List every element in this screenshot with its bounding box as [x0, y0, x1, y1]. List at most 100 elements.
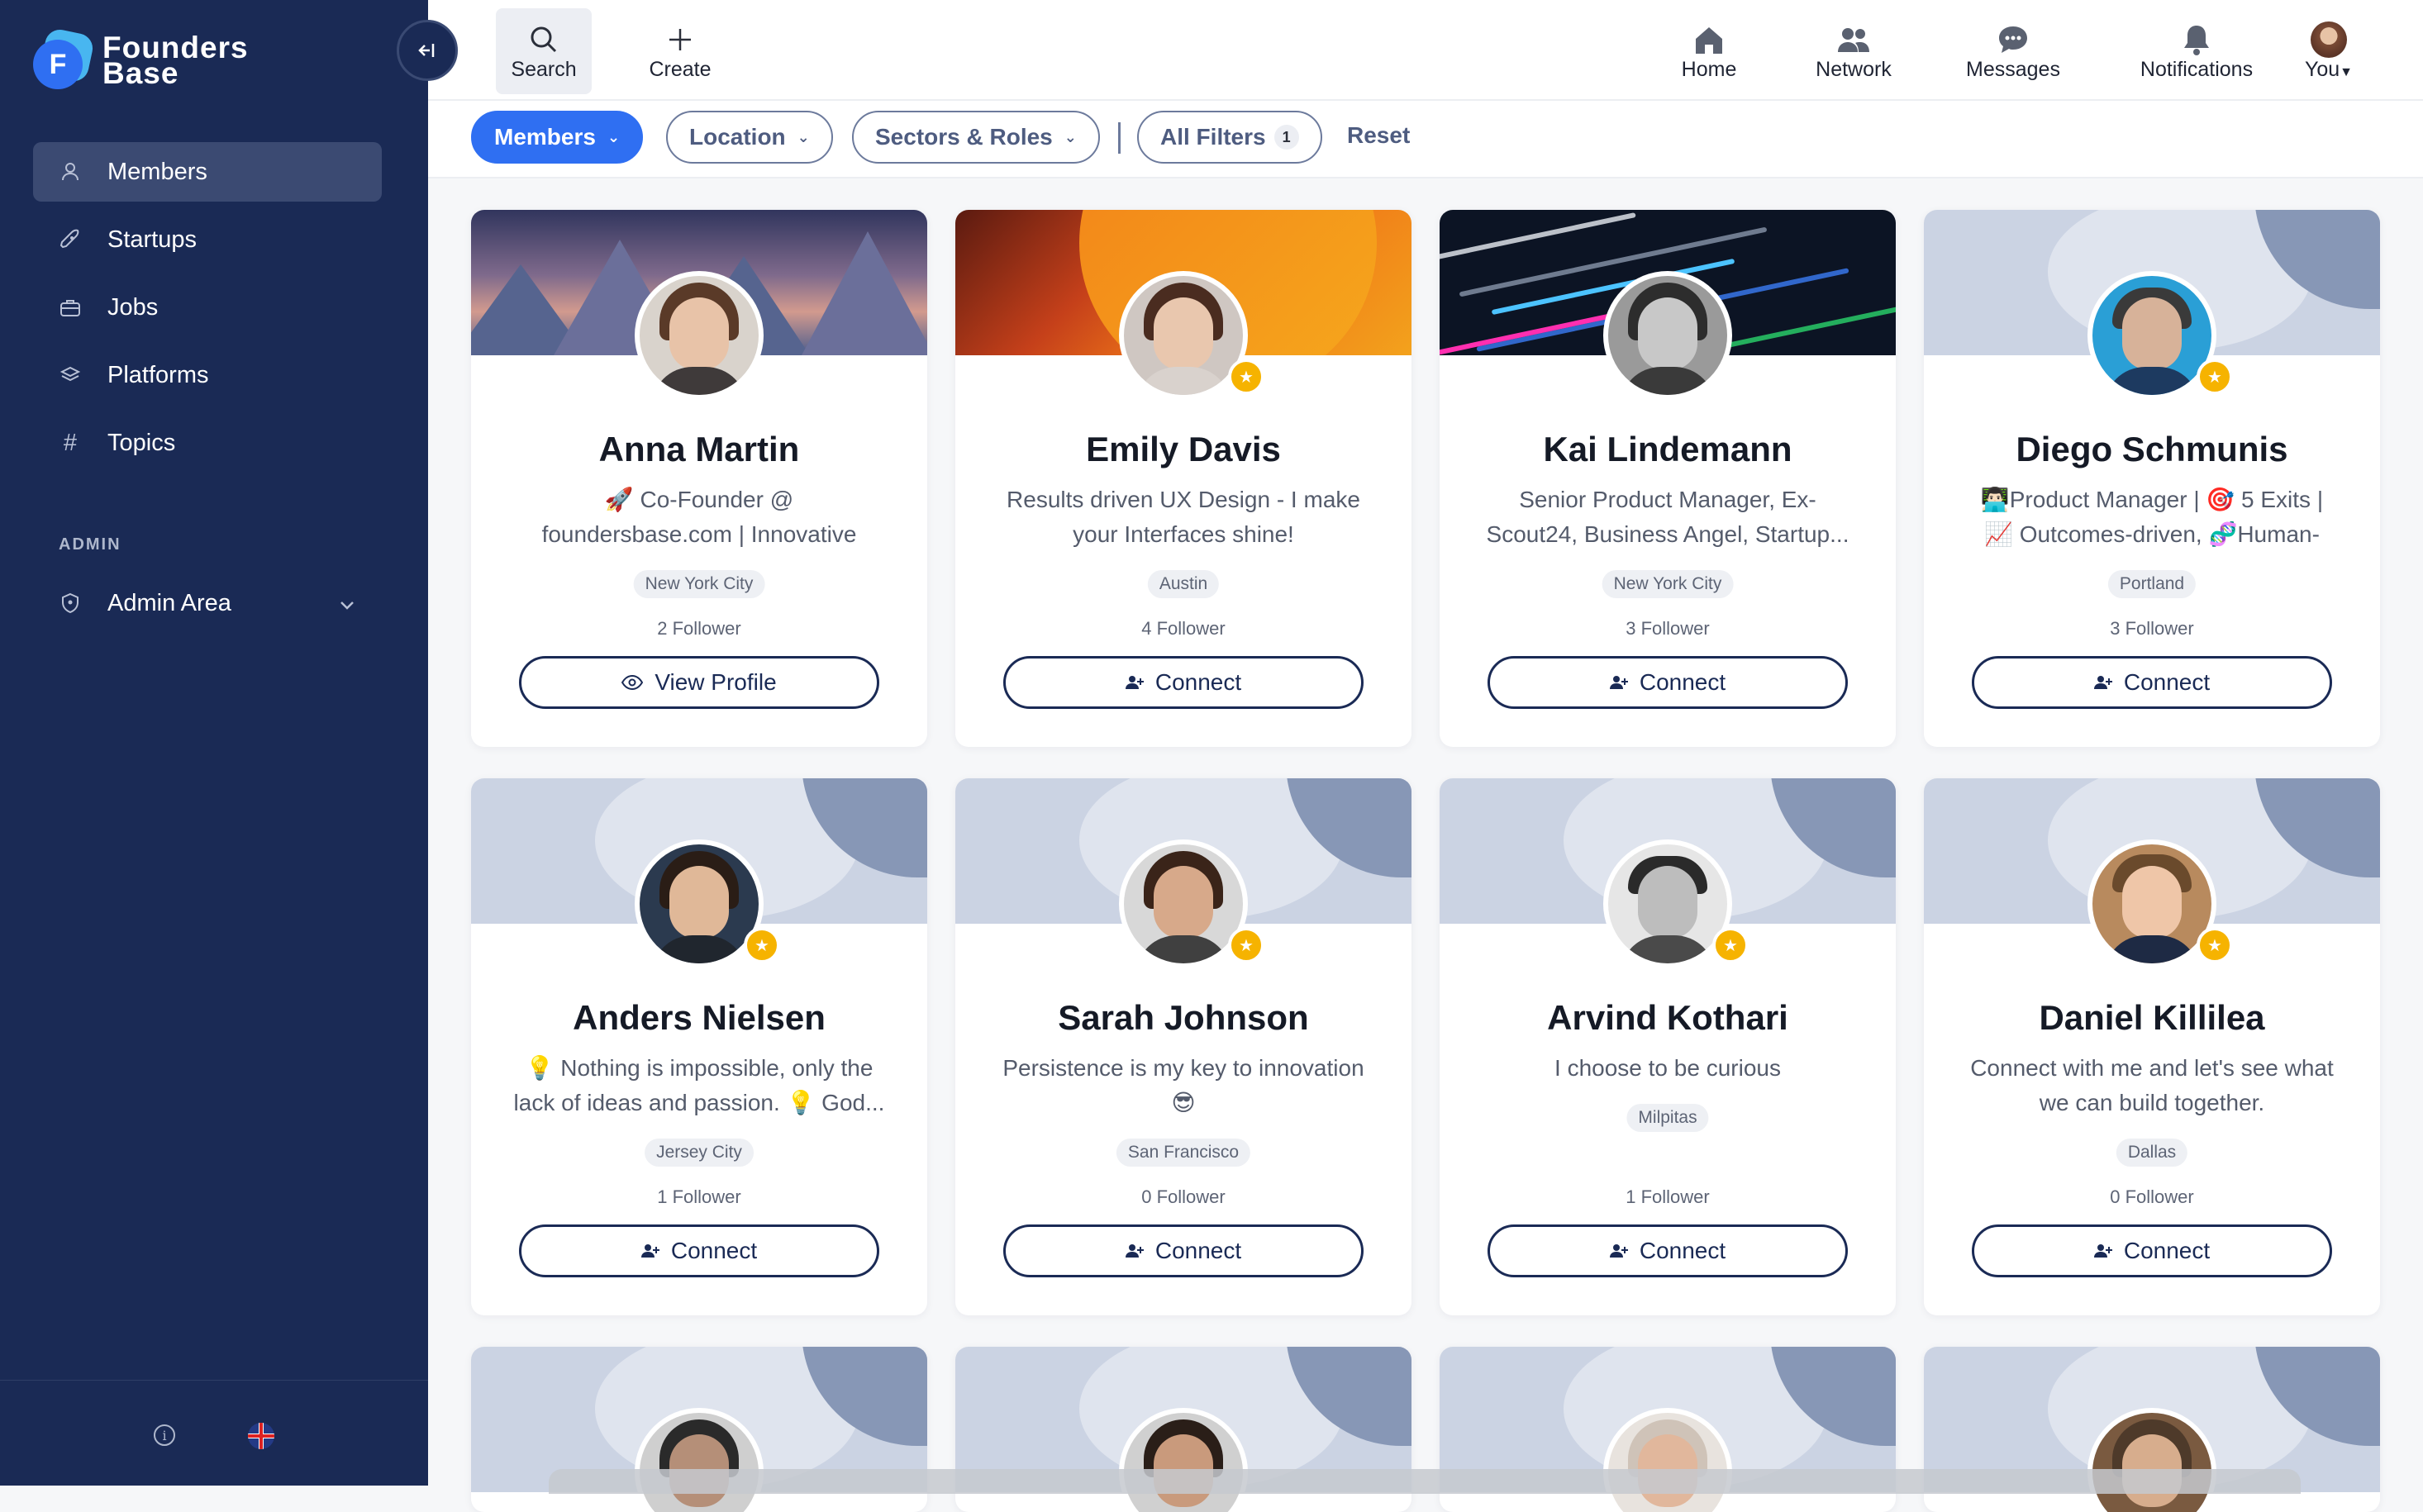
brand-logo[interactable]: F Founders Base — [33, 26, 249, 90]
network-label: Network — [1816, 57, 1892, 81]
member-card[interactable]: ★ Anders Nielsen 💡 Nothing is impossible… — [471, 778, 927, 1315]
star-badge-icon: ★ — [744, 927, 780, 963]
connect-button[interactable]: Connect — [1003, 656, 1364, 709]
avatar[interactable]: ★ — [1119, 271, 1264, 400]
avatar[interactable]: ★ — [1119, 839, 1264, 968]
shield-icon — [58, 592, 83, 614]
logo-mark: F — [33, 26, 96, 89]
member-card[interactable]: Kai Lindemann Senior Product Manager, Ex… — [1440, 210, 1896, 747]
sidebar-item-label: Startups — [107, 226, 197, 253]
member-tagline: Senior Product Manager, Ex-Scout24, Busi… — [1486, 487, 1849, 547]
sidebar-item-admin-area[interactable]: Admin Area — [33, 573, 382, 633]
notifications-label: Notifications — [2140, 57, 2254, 81]
connect-button[interactable]: Connect — [1972, 656, 2332, 709]
avatar[interactable]: ★ — [2087, 271, 2233, 400]
member-name[interactable]: Diego Schmunis — [1924, 430, 2380, 469]
reset-filters-button[interactable]: Reset — [1347, 122, 1410, 149]
add-user-icon — [2093, 1243, 2112, 1258]
follower-count: 0 Follower — [1141, 1186, 1226, 1207]
sidebar-item-label: Topics — [107, 429, 176, 456]
connect-button[interactable]: Connect — [1003, 1224, 1364, 1277]
follower-count: 4 Follower — [1141, 618, 1226, 639]
location-filter-dropdown[interactable]: Location ⌄ — [666, 111, 833, 164]
rocket-icon — [58, 229, 83, 250]
member-card[interactable]: ★ Sarah Johnson Persistence is my key to… — [955, 778, 1411, 1315]
account-menu-button[interactable]: You▼ — [2279, 8, 2378, 94]
messages-label: Messages — [1966, 57, 2060, 81]
member-card[interactable]: ★ Daniel Killilea Connect with me and le… — [1924, 778, 2380, 1315]
connect-button[interactable]: Connect — [1972, 1224, 2332, 1277]
notifications-button[interactable]: Notifications — [2102, 8, 2292, 94]
sectors-roles-filter-dropdown[interactable]: Sectors & Roles ⌄ — [852, 111, 1100, 164]
sidebar-item-label: Platforms — [107, 361, 209, 388]
member-name[interactable]: Kai Lindemann — [1440, 430, 1896, 469]
sidebar-item-label: Members — [107, 158, 207, 185]
add-user-icon — [640, 1243, 659, 1258]
member-card[interactable]: ★ Arvind Kothari I choose to be curious … — [1440, 778, 1896, 1315]
admin-section-label: ADMIN — [59, 535, 121, 554]
all-filters-button[interactable]: All Filters 1 — [1137, 111, 1322, 164]
caret-down-icon: ▼ — [2340, 64, 2354, 79]
network-button[interactable]: Network — [1783, 8, 1924, 94]
sidebar: F Founders Base Members Startups Jobs Pl… — [0, 0, 428, 1486]
member-card[interactable]: Anna Martin 🚀 Co-Founder @ foundersbase.… — [471, 210, 927, 747]
filter-divider — [1118, 122, 1121, 154]
bell-icon — [2182, 21, 2211, 58]
sidebar-item-topics[interactable]: # Topics — [33, 413, 382, 473]
network-icon — [1836, 21, 1871, 58]
create-button[interactable]: Create — [614, 8, 746, 94]
sidebar-item-label: Admin Area — [107, 589, 231, 616]
location-badge: New York City — [1602, 570, 1734, 598]
chevron-down-icon: ⌄ — [1064, 128, 1077, 145]
avatar[interactable] — [1603, 271, 1732, 400]
avatar[interactable] — [635, 271, 764, 400]
member-name[interactable]: Sarah Johnson — [955, 998, 1411, 1038]
search-button[interactable]: Search — [496, 8, 592, 94]
member-name[interactable]: Daniel Killilea — [1924, 998, 2380, 1038]
member-name[interactable]: Anders Nielsen — [471, 998, 927, 1038]
plus-icon — [666, 21, 694, 58]
member-tagline: I choose to be curious — [1554, 1055, 1781, 1081]
collapse-sidebar-button[interactable] — [397, 20, 458, 81]
location-badge: San Francisco — [1116, 1139, 1251, 1167]
sidebar-item-members[interactable]: Members — [33, 142, 382, 202]
messages-button[interactable]: Messages — [1930, 8, 2096, 94]
info-icon[interactable]: i — [154, 1424, 175, 1446]
member-name[interactable]: Emily Davis — [955, 430, 1411, 469]
members-filter-dropdown[interactable]: Members ⌄ — [471, 111, 644, 164]
member-card[interactable]: ★ Emily Davis Results driven UX Design -… — [955, 210, 1411, 747]
connect-button[interactable]: Connect — [1488, 656, 1848, 709]
search-label: Search — [511, 57, 577, 81]
location-badge: Dallas — [2116, 1139, 2188, 1167]
filter-bar: Members ⌄ Location ⌄ Sectors & Roles ⌄ All … — [428, 101, 2423, 178]
sidebar-item-jobs[interactable]: Jobs — [33, 278, 382, 337]
home-button[interactable]: Home — [1647, 8, 1771, 94]
brand-name: Founders Base — [102, 31, 249, 90]
connect-button[interactable]: Connect — [519, 1224, 879, 1277]
sidebar-item-platforms[interactable]: Platforms — [33, 345, 382, 405]
home-icon — [1692, 21, 1726, 58]
avatar[interactable]: ★ — [1603, 839, 1749, 968]
create-label: Create — [649, 57, 712, 81]
location-badge: Milpitas — [1626, 1104, 1709, 1132]
member-card[interactable]: ★ Diego Schmunis 👨🏻‍💻Product Manager | 🎯… — [1924, 210, 2380, 747]
hash-icon: # — [63, 429, 78, 456]
member-tagline: 💡 Nothing is impossible, only the lack o… — [513, 1055, 885, 1115]
star-badge-icon: ★ — [1228, 359, 1264, 395]
member-tagline: Persistence is my key to innovation 😎 — [1002, 1055, 1364, 1115]
avatar[interactable]: ★ — [635, 839, 780, 968]
avatar[interactable]: ★ — [2087, 839, 2233, 968]
language-flag-icon[interactable] — [248, 1423, 274, 1449]
layers-icon — [58, 365, 83, 385]
member-name[interactable]: Anna Martin — [471, 430, 927, 469]
search-icon — [527, 21, 560, 58]
view-profile-button[interactable]: View Profile — [519, 656, 879, 709]
member-name[interactable]: Arvind Kothari — [1440, 998, 1896, 1038]
add-user-icon — [1125, 675, 1144, 690]
connect-button[interactable]: Connect — [1488, 1224, 1848, 1277]
home-label: Home — [1681, 57, 1737, 81]
sidebar-item-startups[interactable]: Startups — [33, 210, 382, 269]
eye-icon — [621, 675, 644, 690]
briefcase-icon — [58, 297, 83, 317]
follower-count: 2 Follower — [657, 618, 741, 639]
